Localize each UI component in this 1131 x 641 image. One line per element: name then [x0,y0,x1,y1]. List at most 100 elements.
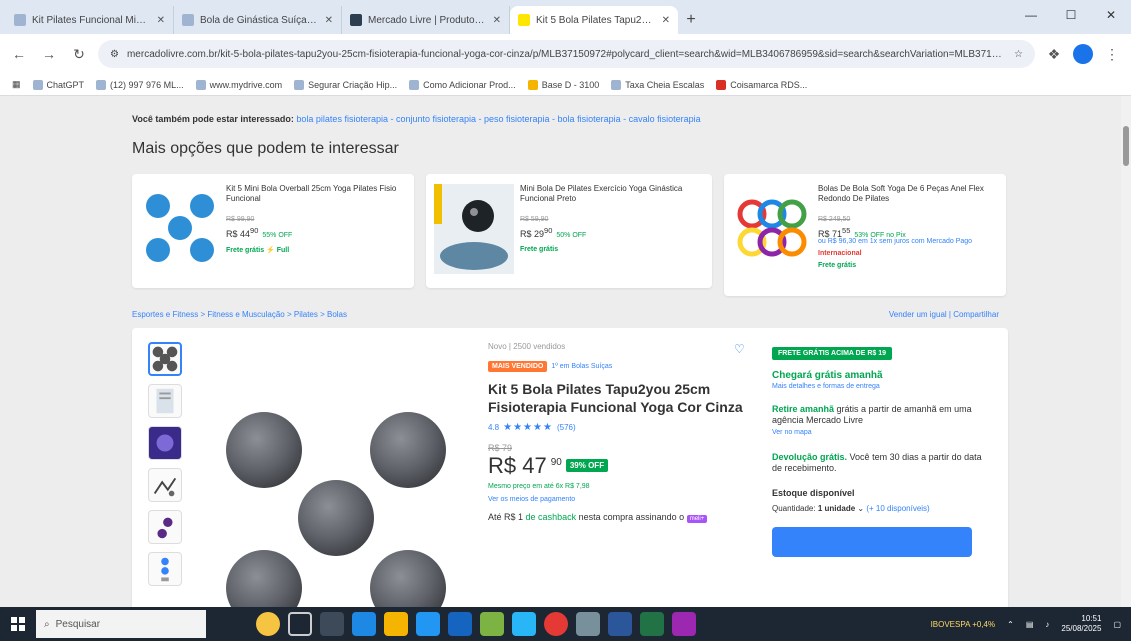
bookmark-item[interactable]: Taxa Cheia Escalas [611,79,704,90]
taskbar-search[interactable]: ⌕ Pesquisar [36,610,206,638]
edge-icon[interactable] [352,612,376,636]
product-main-image[interactable] [202,342,472,607]
related-links[interactable]: bola pilates fisioterapia - conjunto fis… [296,114,700,124]
chrome-icon[interactable] [544,612,568,636]
thumbnail[interactable] [148,552,182,586]
photos-icon[interactable] [512,612,536,636]
app-icon[interactable] [672,612,696,636]
tab-label: Kit Pilates Funcional Mini Ban... [32,14,151,26]
bookmark-item[interactable]: Como Adicionar Prod... [409,79,516,90]
related-card[interactable]: Bolas De Bola Soft Yoga De 6 Peças Anel … [724,174,1006,296]
chevron-up-icon[interactable]: ⌃ [1007,620,1014,629]
settings-icon[interactable] [576,612,600,636]
start-button[interactable] [0,607,36,641]
product-condition: Novo | 2500 vendidos [488,342,566,351]
section-title: Mais opções que podem te interessar [132,140,399,157]
close-icon[interactable]: ✕ [157,15,165,26]
category-rank-link[interactable]: 1º em Bolas Suíças [551,363,612,370]
price-cents: 90 [550,457,562,468]
word-icon[interactable] [608,612,632,636]
thumbnail[interactable] [148,342,182,376]
minimize-button[interactable]: — [1011,0,1051,30]
back-icon[interactable]: ← [8,43,30,65]
widgets-icon[interactable] [320,612,344,636]
gallery-thumb-image [161,557,169,582]
scrollbar-thumb[interactable] [1123,126,1129,166]
bookmark-item[interactable]: (12) 997 976 ML... [96,79,184,90]
rating-score: 4.8 [488,423,500,432]
close-window-button[interactable]: ✕ [1091,0,1131,30]
network-icon[interactable]: ▤ [1026,620,1034,629]
bookmark-item[interactable]: Segurar Criação Hip... [294,79,397,90]
old-price: R$ 79 [488,443,513,453]
close-icon[interactable]: ✕ [493,15,501,26]
app-icon[interactable] [480,612,504,636]
breadcrumb[interactable]: Esportes e Fitness > Fitness e Musculaçã… [132,310,347,319]
forward-icon[interactable]: → [38,43,60,65]
stock-ticker[interactable]: IBOVESPA +0,4% [931,620,996,629]
close-icon[interactable]: ✕ [662,15,670,26]
store-icon[interactable] [416,612,440,636]
thumbnail[interactable] [148,468,182,502]
windows-icon [11,617,25,631]
thumbnail[interactable] [148,510,182,544]
weather-widget-icon[interactable] [256,612,280,636]
file-explorer-icon[interactable] [384,612,408,636]
chevron-down-icon: ⌄ [857,504,865,513]
new-tab-button[interactable]: + [678,6,704,34]
reload-icon[interactable]: ↻ [68,43,90,65]
tab-label: Bola de Ginástica Suíça Pilates Y... [200,14,319,26]
installment-info: ou R$ 96,30 em 1x sem juros com Mercado … [818,238,973,245]
thumbnail[interactable] [148,384,182,418]
tab-label: Mercado Livre | Produtos Ort... [368,14,487,26]
apps-icon[interactable]: ▦ [12,79,21,90]
shipping-details-link[interactable]: Mais detalhes e formas de entrega [772,383,988,390]
site-info-icon[interactable]: ⚙ [110,49,119,60]
related-card[interactable]: Kit 5 Mini Bola Overball 25cm Yoga Pilat… [132,174,414,288]
stock-label: Estoque disponível [772,488,855,498]
close-icon[interactable]: ✕ [325,15,333,26]
mail-icon[interactable] [448,612,472,636]
browser-tab-2[interactable]: Bola de Ginástica Suíça Pilates Y... ✕ [174,6,342,34]
bookmark-item[interactable]: Base D - 3100 [527,79,599,90]
task-view-icon[interactable] [288,612,312,636]
system-tray: IBOVESPA +0,4% ⌃ ▤ ♪ 10:51 25/08/2025 ▢ [931,607,1121,641]
meli-plus-badge: meli+ [686,515,708,523]
return-info: Devolução grátis. Você tem 30 dias a par… [772,452,982,473]
notification-icon[interactable]: ▢ [1113,620,1121,629]
bookmark-star-icon[interactable]: ☆ [1014,49,1023,60]
bookmark-icon [195,79,206,90]
map-link[interactable]: Ver no mapa [772,429,812,436]
bookmark-icon [716,79,727,90]
bookmark-item[interactable]: www.mydrive.com [195,79,282,90]
maximize-button[interactable]: ☐ [1051,0,1091,30]
clock[interactable]: 10:51 25/08/2025 [1061,614,1101,634]
bookmark-item[interactable]: Coisamarca RDS... [716,79,807,90]
quantity-selector[interactable]: Quantidade: 1 unidade ⌄ (+ 10 disponívei… [772,504,988,513]
page-scrollbar[interactable] [1121,96,1131,607]
browser-tab-1[interactable]: Kit Pilates Funcional Mini Ban... ✕ [6,6,174,34]
buy-now-button[interactable] [772,527,972,557]
menu-icon[interactable]: ⋮ [1101,43,1123,65]
url-field[interactable]: ⚙ mercadolivre.com.br/kit-5-bola-pilates… [98,40,1035,68]
old-price: R$ 59,90 [520,216,549,223]
favorite-icon[interactable]: ♡ [734,342,748,356]
extensions-icon[interactable]: ❖ [1043,43,1065,65]
bookmark-item[interactable]: ChatGPT [32,79,84,90]
payment-methods-link[interactable]: Ver os meios de pagamento [488,496,748,503]
related-lead: Você também pode estar interessado: [132,114,294,124]
related-card[interactable]: Mini Bola De Pilates Exercício Yoga Giná… [426,174,712,288]
profile-avatar[interactable] [1073,44,1093,64]
address-bar: ← → ↻ ⚙ mercadolivre.com.br/kit-5-bola-p… [0,34,1131,74]
thumbnail[interactable] [148,426,182,460]
old-price: R$ 249,50 [818,216,851,223]
share-links[interactable]: Vender um igual | Compartilhar [889,310,999,319]
product-info: Novo | 2500 vendidos ♡ MAIS VENDIDO 1º e… [488,342,748,525]
excel-icon[interactable] [640,612,664,636]
browser-tab-4[interactable]: Kit 5 Bola Pilates Tapu2you 25... ✕ [510,6,678,34]
volume-icon[interactable]: ♪ [1045,620,1049,629]
bookmark-icon [409,79,420,90]
search-placeholder: Pesquisar [55,618,101,630]
browser-tab-3[interactable]: Mercado Livre | Produtos Ort... ✕ [342,6,510,34]
rating[interactable]: 4.8 ★★★★★ (576) [488,422,748,433]
